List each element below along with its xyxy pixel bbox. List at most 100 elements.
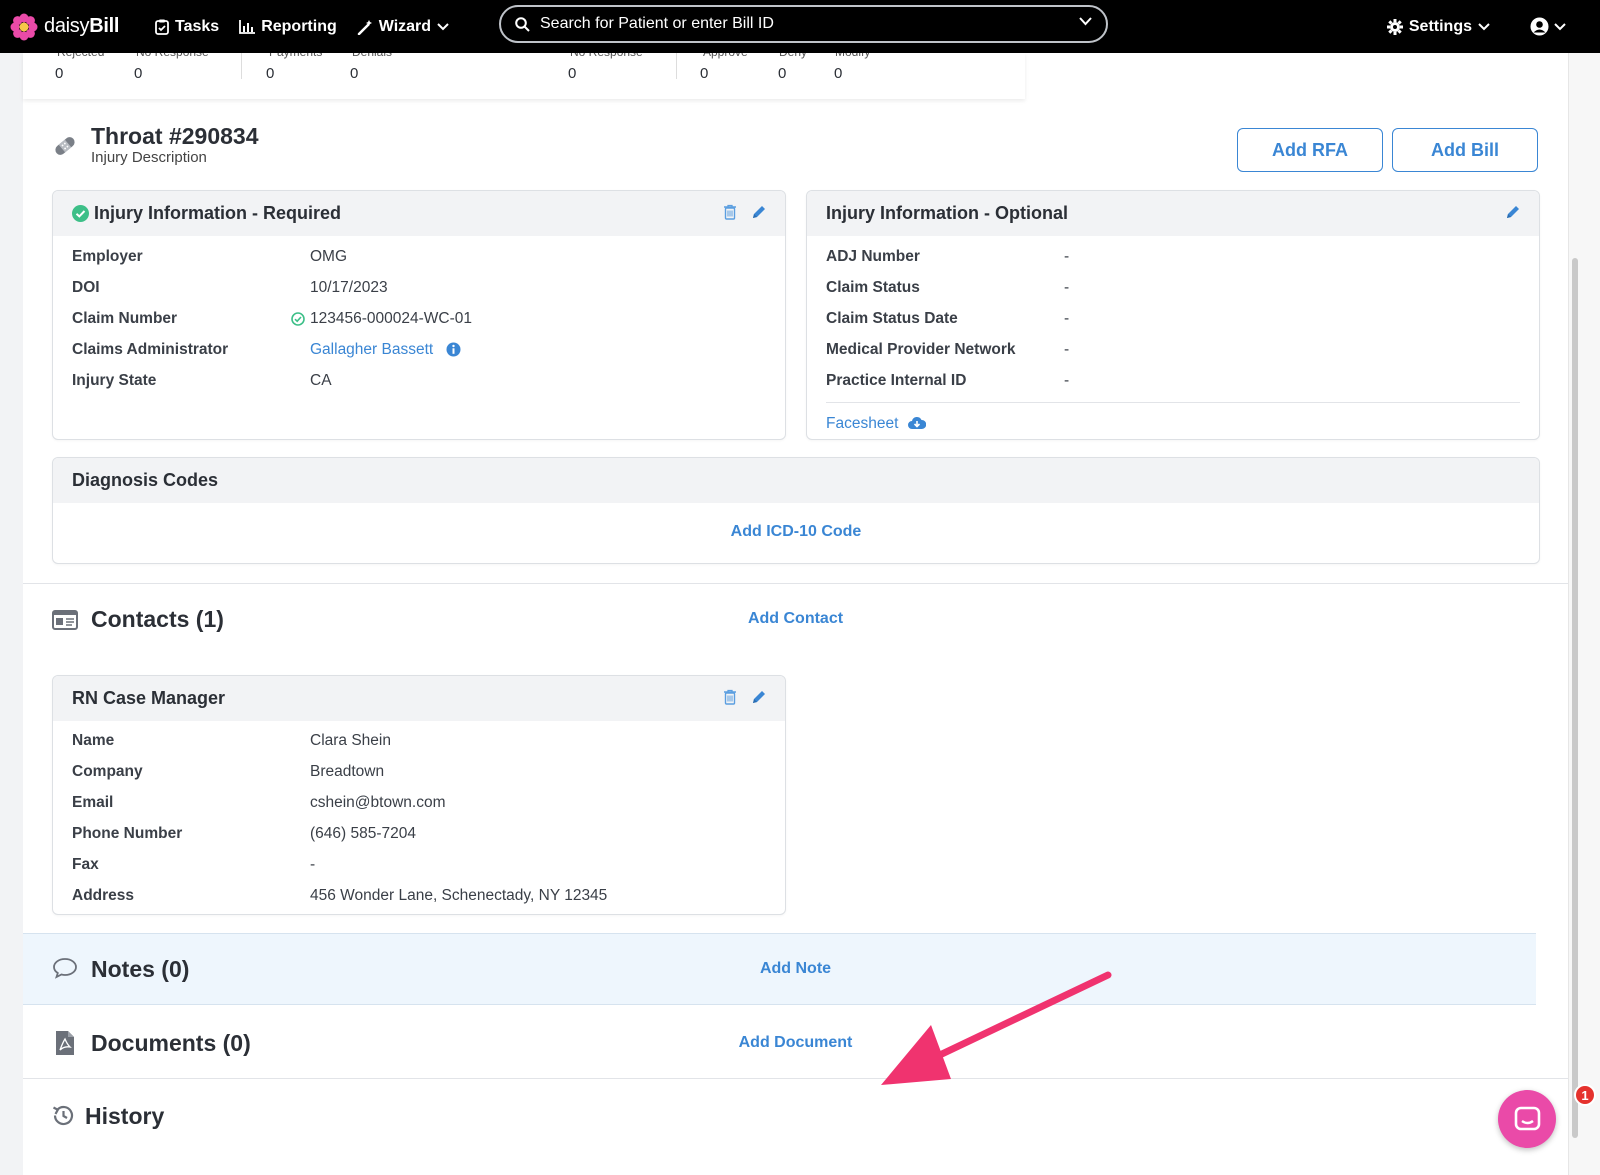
nav-wizard-label: Wizard xyxy=(378,17,432,35)
card-header: RN Case Manager xyxy=(53,676,785,721)
info-icon[interactable] xyxy=(446,342,461,357)
card-header: Diagnosis Codes xyxy=(53,458,1539,503)
card-title: Diagnosis Codes xyxy=(72,470,219,490)
nav-wizard[interactable]: Wizard xyxy=(357,18,455,36)
medical-provider-network-value: - xyxy=(1064,341,1070,358)
daisybill-logo[interactable]: daisyBill xyxy=(10,13,135,41)
daisy-flower-icon xyxy=(10,13,38,40)
divider xyxy=(241,53,242,79)
pencil-icon[interactable] xyxy=(751,689,767,705)
field-label: Claim Number xyxy=(72,310,178,327)
patient-search-input[interactable]: Search for Patient or enter Bill ID xyxy=(499,5,1108,43)
stat-value: 0 xyxy=(134,65,143,82)
field-label: Address xyxy=(72,887,135,904)
injury-info-required-card: Injury Information - Required Employer O… xyxy=(52,190,786,440)
card-title: Injury Information - Optional xyxy=(826,203,1068,223)
pencil-icon[interactable] xyxy=(1505,204,1521,220)
field-label: Claims Administrator xyxy=(72,341,229,358)
stat-value: 0 xyxy=(778,65,787,82)
stat-value: 0 xyxy=(266,65,275,82)
field-label: DOI xyxy=(72,279,100,296)
user-avatar-icon xyxy=(1530,17,1549,36)
practice-internal-id-value: - xyxy=(1064,372,1070,389)
card-header: Injury Information - Required xyxy=(53,191,785,236)
contact-email-value: cshein@btown.com xyxy=(310,794,446,811)
nav-reporting-label: Reporting xyxy=(261,17,337,35)
field-label: Claim Status xyxy=(826,279,920,296)
verified-check-icon xyxy=(291,312,305,326)
chat-icon xyxy=(1514,1106,1541,1131)
doi-value: 10/17/2023 xyxy=(310,279,388,296)
user-menu[interactable] xyxy=(1530,17,1566,36)
history-clock-icon xyxy=(52,1105,74,1126)
add-note-link[interactable]: Add Note xyxy=(23,960,1568,978)
chat-launcher-button[interactable] xyxy=(1498,1090,1556,1148)
gear-icon xyxy=(1386,18,1403,35)
chevron-down-icon[interactable] xyxy=(1079,17,1092,26)
employer-value: OMG xyxy=(310,248,348,265)
claim-status-date-value: - xyxy=(1064,310,1070,327)
contact-card: RN Case Manager Name Clara Shein Company… xyxy=(52,675,786,915)
contact-address-value: 456 Wonder Lane, Schenectady, NY 12345 xyxy=(310,887,608,904)
card-header: Injury Information - Optional xyxy=(807,191,1539,236)
divider xyxy=(23,1078,1568,1079)
divider xyxy=(23,583,1568,584)
search-icon xyxy=(515,16,530,32)
field-label: ADJ Number xyxy=(826,248,920,265)
card-title: RN Case Manager xyxy=(72,688,226,708)
chevron-down-icon xyxy=(437,22,449,30)
field-label: Claim Status Date xyxy=(826,310,958,327)
stat-value: 0 xyxy=(834,65,843,82)
magic-wand-icon xyxy=(357,19,372,35)
card-title: Injury Information - Required xyxy=(94,203,342,223)
annotation-arrow xyxy=(881,971,1112,1085)
chat-unread-badge: 1 xyxy=(1574,1084,1596,1106)
claim-number-value: 123456-000024-WC-01 xyxy=(310,310,472,327)
cloud-download-icon[interactable] xyxy=(908,416,926,430)
injury-title: Throat #290834 xyxy=(91,123,259,149)
contact-name-value: Clara Shein xyxy=(310,732,391,749)
claims-administrator-link[interactable]: Gallagher Bassett xyxy=(310,341,433,359)
diagnosis-codes-card: Diagnosis Codes Add ICD-10 Code xyxy=(52,457,1540,564)
history-title: History xyxy=(85,1103,165,1129)
scrollbar-thumb[interactable] xyxy=(1572,258,1578,1138)
field-label: Phone Number xyxy=(72,825,183,842)
clipboard-check-icon xyxy=(155,19,169,35)
facesheet-link[interactable]: Facesheet xyxy=(826,415,898,433)
add-icd10-code-link[interactable]: Add ICD-10 Code xyxy=(53,523,1539,541)
brand-light: daisy xyxy=(44,15,90,37)
injury-subtitle: Injury Description xyxy=(91,149,207,166)
bandage-icon xyxy=(55,137,75,155)
nav-tasks-label: Tasks xyxy=(175,17,220,35)
stat-value: 0 xyxy=(700,65,709,82)
stat-value: 0 xyxy=(568,65,577,82)
contact-fax-value: - xyxy=(310,856,316,873)
stat-value: 0 xyxy=(55,65,64,82)
add-bill-button[interactable]: Add Bill xyxy=(1392,128,1538,172)
trash-icon[interactable] xyxy=(723,204,737,220)
pencil-icon[interactable] xyxy=(751,204,767,220)
field-label: Name xyxy=(72,732,115,749)
field-label: Employer xyxy=(72,248,143,265)
bill-stats-card: Rejected No Response Payments Denials No… xyxy=(23,45,1025,99)
brand-bold: Bill xyxy=(89,15,120,37)
field-label: Email xyxy=(72,794,114,811)
search-placeholder: Search for Patient or enter Bill ID xyxy=(540,15,774,32)
field-label: Practice Internal ID xyxy=(826,372,967,389)
settings-menu[interactable]: Settings xyxy=(1386,18,1496,36)
adj-number-value: - xyxy=(1064,248,1070,265)
add-contact-link[interactable]: Add Contact xyxy=(23,610,1568,628)
nav-reporting[interactable]: Reporting xyxy=(239,18,337,36)
chevron-down-icon xyxy=(1554,22,1566,30)
stat-value: 0 xyxy=(350,65,359,82)
field-label: Company xyxy=(72,763,143,780)
add-document-link[interactable]: Add Document xyxy=(23,1034,1568,1052)
chevron-down-icon xyxy=(1478,22,1490,30)
trash-icon[interactable] xyxy=(723,689,737,705)
add-rfa-button[interactable]: Add RFA xyxy=(1237,128,1383,172)
nav-tasks[interactable]: Tasks xyxy=(155,18,219,36)
injury-state-value: CA xyxy=(310,372,332,389)
field-label: Medical Provider Network xyxy=(826,341,1016,358)
claim-status-value: - xyxy=(1064,279,1070,296)
divider xyxy=(676,53,677,79)
